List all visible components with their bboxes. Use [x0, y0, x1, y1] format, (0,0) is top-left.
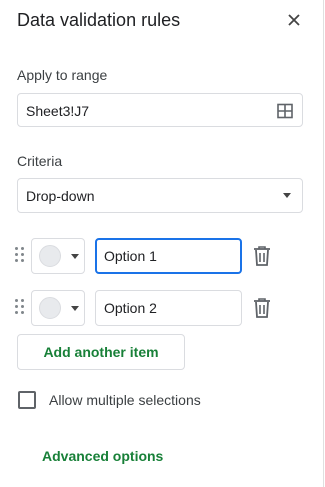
criteria-dropdown[interactable]: Drop-down: [17, 178, 303, 213]
option-value: Option 1: [104, 248, 157, 264]
option-color-picker[interactable]: [31, 238, 85, 274]
criteria-label: Criteria: [17, 153, 63, 169]
color-swatch: [39, 297, 61, 319]
close-icon[interactable]: [284, 10, 304, 30]
chevron-down-icon: [71, 254, 79, 259]
drag-handle-icon[interactable]: [15, 247, 25, 265]
option-color-picker[interactable]: [31, 290, 85, 326]
add-another-item-button[interactable]: Add another item: [17, 334, 185, 370]
option-value: Option 2: [104, 300, 157, 316]
apply-to-range-label: Apply to range: [17, 67, 108, 83]
option-input[interactable]: Option 1: [95, 238, 242, 274]
color-swatch: [39, 245, 61, 267]
option-input[interactable]: Option 2: [95, 290, 242, 326]
drag-handle-icon[interactable]: [15, 299, 25, 317]
delete-trash-icon[interactable]: [252, 245, 272, 267]
criteria-selected-value: Drop-down: [26, 188, 95, 204]
chevron-down-icon: [283, 193, 291, 198]
allow-multiple-checkbox[interactable]: [18, 391, 36, 409]
allow-multiple-label: Allow multiple selections: [49, 392, 201, 408]
range-input[interactable]: Sheet3!J7: [17, 93, 303, 127]
data-validation-panel: Data validation rules Apply to range She…: [0, 0, 324, 487]
delete-trash-icon[interactable]: [252, 297, 272, 319]
range-value: Sheet3!J7: [26, 103, 90, 119]
select-range-grid-icon[interactable]: [277, 103, 293, 119]
chevron-down-icon: [71, 306, 79, 311]
advanced-options-link[interactable]: Advanced options: [42, 448, 163, 464]
panel-title: Data validation rules: [17, 10, 181, 30]
